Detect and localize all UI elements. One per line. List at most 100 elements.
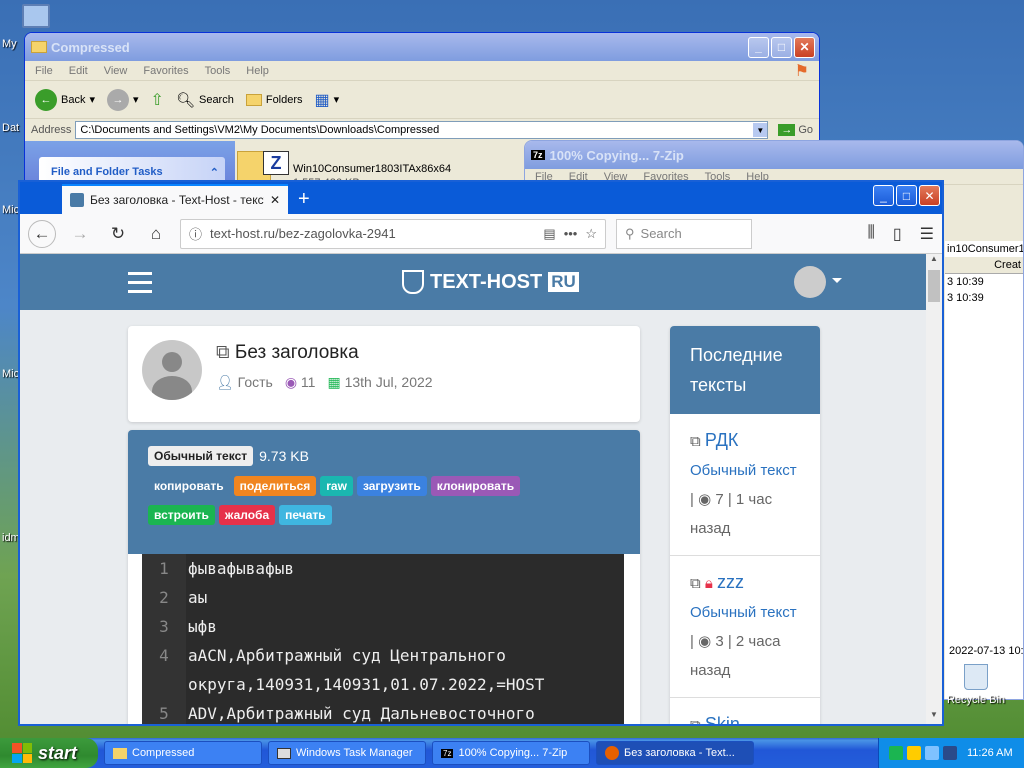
- sidebar-icon[interactable]: ▯: [893, 224, 902, 244]
- up-folder-button[interactable]: ⇧: [151, 90, 164, 110]
- volume-icon[interactable]: [943, 746, 957, 760]
- views-button[interactable]: ▦ ▾: [315, 90, 340, 110]
- tab-text-host[interactable]: Без заголовка - Text-Host - текст ✕: [62, 184, 288, 214]
- go-arrow-icon: →: [778, 124, 796, 136]
- site-logo[interactable]: TEXT-HOST RU: [402, 270, 579, 294]
- minimize-button[interactable]: _: [748, 36, 769, 58]
- menu-icon[interactable]: ☰: [920, 224, 934, 244]
- paste-date: 13th Jul, 2022: [344, 374, 433, 390]
- close-button[interactable]: ✕: [794, 36, 815, 58]
- page-actions-icon[interactable]: •••: [564, 226, 578, 241]
- author-meta: 👤︎ Гость: [216, 374, 273, 391]
- address-field[interactable]: C:\Documents and Settings\VM2\My Documen…: [75, 121, 769, 139]
- vertical-scrollbar[interactable]: ▲ ▼: [926, 254, 942, 724]
- new-tab-button[interactable]: +: [298, 184, 310, 214]
- tab-close-icon[interactable]: ✕: [270, 193, 280, 207]
- task-manager-icon: [277, 747, 291, 759]
- logo-ru: RU: [548, 272, 579, 292]
- recent-text-type[interactable]: Обычный текст: [690, 598, 800, 627]
- line-number: 4: [142, 641, 186, 670]
- firefox-window[interactable]: Без заголовка - Text-Host - текст ✕ + _ …: [18, 180, 944, 726]
- recycle-bin[interactable]: Recycle Bin: [946, 664, 1006, 706]
- code-line: 5 ADV,Арбитражный суд Дальневосточного: [142, 699, 624, 724]
- maximize-button[interactable]: □: [771, 36, 792, 58]
- close-button[interactable]: ✕: [919, 185, 940, 206]
- search-button[interactable]: 🔍︎ Search: [176, 91, 234, 109]
- start-label: start: [38, 742, 78, 763]
- desktop-icon-mic-1[interactable]: Mic: [2, 204, 19, 216]
- menu-tools[interactable]: Tools: [205, 65, 231, 77]
- explorer-titlebar[interactable]: Compressed _ □ ✕: [25, 33, 819, 61]
- reload-button[interactable]: ↻: [104, 220, 132, 248]
- menu-help[interactable]: Help: [246, 65, 269, 77]
- maximize-button[interactable]: □: [896, 185, 917, 206]
- back-button[interactable]: ← Back ▾: [35, 88, 95, 111]
- paste-title-card: ⧉ Без заголовка 👤︎ Гость ◉ 11 ▦ 13th Jul…: [128, 326, 640, 422]
- code-block[interactable]: 1 фывафывафыв 2 аы 3 ыфв 4 aACN,Арбитражный суд…: [142, 554, 624, 724]
- start-button[interactable]: start: [0, 738, 98, 768]
- line-text: aACN,Арбитражный суд Центрального: [188, 646, 506, 665]
- forward-button[interactable]: → ▾: [107, 88, 139, 111]
- action-button[interactable]: поделиться: [233, 476, 317, 496]
- scroll-thumb[interactable]: [928, 270, 940, 302]
- action-button[interactable]: копировать: [148, 476, 230, 496]
- chevron-down-icon[interactable]: ▼: [753, 123, 768, 137]
- scroll-up-icon[interactable]: ▲: [926, 254, 942, 268]
- back-button[interactable]: ←: [28, 219, 56, 248]
- folders-button[interactable]: Folders: [245, 93, 303, 106]
- address-value: C:\Documents and Settings\VM2\My Documen…: [80, 124, 440, 136]
- go-button[interactable]: → Go: [772, 124, 819, 136]
- security-shield-icon[interactable]: [907, 746, 921, 760]
- page-title-text: Без заголовка: [234, 342, 359, 363]
- url-bar[interactable]: ⓘ text-host.ru/bez-zagolovka-2941 ▤ ••• …: [180, 218, 606, 249]
- forward-button[interactable]: →: [66, 220, 94, 248]
- explorer-toolbar: ← Back ▾ → ▾ ⇧ 🔍︎ Search Folders ▦ ▾: [25, 81, 819, 119]
- menu-favorites[interactable]: Favorites: [143, 65, 188, 77]
- bookmark-star-icon[interactable]: ☆: [585, 226, 597, 242]
- action-button[interactable]: raw: [320, 476, 353, 496]
- action-button[interactable]: жалоба: [218, 505, 276, 525]
- menu-view[interactable]: View: [104, 65, 128, 77]
- reader-view-icon[interactable]: ▤: [543, 226, 555, 242]
- taskbar-item-task-manager[interactable]: Windows Task Manager: [268, 741, 426, 765]
- search-field[interactable]: ⚲ Search: [616, 218, 752, 249]
- user-avatar[interactable]: [794, 266, 826, 298]
- user-icon: 👤︎: [216, 374, 234, 390]
- zip-col-header[interactable]: Creat: [945, 257, 1023, 274]
- action-button[interactable]: печать: [279, 505, 332, 525]
- menu-edit[interactable]: Edit: [69, 65, 88, 77]
- taskbar-item-firefox[interactable]: Без заголовка - Text...: [596, 741, 754, 765]
- hamburger-menu-icon[interactable]: [128, 271, 152, 293]
- library-icon[interactable]: ⫼: [867, 224, 874, 244]
- collapse-icon[interactable]: ⌃: [210, 166, 219, 179]
- zip-row[interactable]: 3 10:39: [945, 290, 1023, 306]
- home-button[interactable]: ⌂: [142, 220, 170, 248]
- network-icon[interactable]: [889, 746, 903, 760]
- page-viewport: TEXT-HOST RU ⧉ Без заголовка 👤︎ Гость ◉ …: [20, 254, 926, 724]
- sevenzip-titlebar[interactable]: 7z 100% Copying... 7-Zip: [525, 141, 1023, 169]
- recent-text-type[interactable]: Обычный текст: [690, 456, 800, 485]
- zip-row[interactable]: 3 10:39: [945, 274, 1023, 290]
- scroll-down-icon[interactable]: ▼: [926, 710, 942, 724]
- taskbar-item-7zip[interactable]: 7z 100% Copying... 7-Zip: [432, 741, 590, 765]
- clock[interactable]: 11:26 AM: [967, 747, 1013, 759]
- user-menu-caret-icon[interactable]: [832, 278, 842, 288]
- recent-text-link[interactable]: РДК: [705, 430, 738, 450]
- minimize-button[interactable]: _: [873, 185, 894, 206]
- taskbar-item-compressed[interactable]: Compressed: [104, 741, 262, 765]
- menu-file[interactable]: File: [35, 65, 53, 77]
- forward-arrow-icon: →: [107, 88, 129, 111]
- info-icon[interactable]: ⓘ: [189, 224, 202, 243]
- network-connections-icon[interactable]: [925, 746, 939, 760]
- desktop-icon-my-computer[interactable]: My: [2, 38, 17, 50]
- line-text: ыфв: [188, 617, 217, 636]
- desktop-icon-data[interactable]: Dat: [2, 122, 19, 134]
- desktop-icon-mic-2[interactable]: Mic: [2, 368, 19, 380]
- action-button[interactable]: клонировать: [430, 476, 521, 496]
- syntax-badge: Обычный текст: [148, 446, 254, 466]
- action-button[interactable]: встроить: [148, 505, 215, 525]
- recent-text-link[interactable]: zzz: [717, 572, 744, 592]
- explorer-menubar: File Edit View Favorites Tools Help ⚑: [25, 61, 819, 81]
- recent-text-link[interactable]: Skin: [705, 714, 740, 724]
- action-button[interactable]: загрузить: [356, 476, 427, 496]
